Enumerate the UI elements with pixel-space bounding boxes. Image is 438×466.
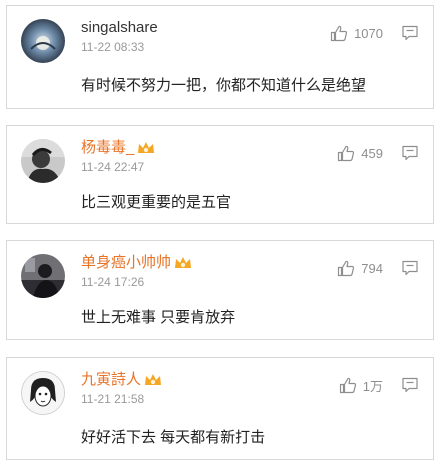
like-button[interactable]: 1070 — [330, 24, 383, 42]
comment-text: 世上无难事 只要肯放弃 — [81, 309, 236, 326]
comment-reply-icon — [402, 377, 418, 393]
comment-card: 单身癌小帅帅 11-24 17:26 794 世上无难事 只要肯放弃 — [6, 240, 434, 340]
reply-button[interactable] — [401, 24, 419, 42]
comment-text: 有时候不努力一把，你都不知道什么是绝望 — [81, 77, 367, 94]
like-count: 1万 — [362, 378, 383, 394]
like-button[interactable]: 459 — [337, 144, 383, 162]
thumbs-up-icon — [339, 377, 356, 393]
username-text[interactable]: 单身癌小帅帅 — [81, 254, 171, 271]
like-count: 794 — [361, 260, 383, 276]
comment-card: singalshare 11-22 08:33 1070 有时候不努力一把，你都… — [6, 5, 434, 109]
comment-timestamp: 11-24 22:47 — [81, 160, 145, 174]
comment-timestamp: 11-22 08:33 — [81, 40, 145, 54]
thumbs-up-icon — [338, 145, 355, 161]
comment-reply-icon — [402, 145, 418, 161]
like-button[interactable]: 1万 — [339, 376, 383, 394]
reply-button[interactable] — [401, 259, 419, 277]
thumbs-up-icon — [338, 260, 355, 276]
comment-text: 比三观更重要的是五官 — [81, 194, 232, 211]
comment-reply-icon — [402, 260, 418, 276]
like-count: 459 — [361, 145, 383, 161]
vip-crown-badge-icon — [175, 257, 192, 269]
vip-crown-badge-icon — [138, 142, 155, 154]
like-count: 1070 — [354, 25, 383, 41]
vip-crown-badge-icon — [145, 374, 162, 386]
avatar[interactable] — [21, 139, 65, 183]
reply-button[interactable] — [401, 376, 419, 394]
username-text[interactable]: 九寅詩人 — [81, 371, 141, 388]
username[interactable]: singalshare — [81, 18, 158, 38]
comment-reply-icon — [402, 25, 418, 41]
comment-timestamp: 11-21 21:58 — [81, 392, 145, 406]
username[interactable]: 杨毒毒_ — [81, 138, 155, 158]
comment-timestamp: 11-24 17:26 — [81, 275, 145, 289]
username[interactable]: 九寅詩人 — [81, 370, 162, 390]
avatar[interactable] — [21, 19, 65, 63]
avatar[interactable] — [21, 254, 65, 298]
thumbs-up-icon — [330, 25, 348, 41]
comment-card: 杨毒毒_ 11-24 22:47 459 比三观更重要的是五官 — [6, 125, 434, 224]
reply-button[interactable] — [401, 144, 419, 162]
comment-card: 九寅詩人 11-21 21:58 1万 好好活下去 每天都有新打击 — [6, 357, 434, 460]
username-text[interactable]: 杨毒毒_ — [81, 139, 134, 156]
avatar[interactable] — [21, 371, 65, 415]
like-button[interactable]: 794 — [337, 259, 383, 277]
comment-text: 好好活下去 每天都有新打击 — [81, 429, 266, 446]
username[interactable]: 单身癌小帅帅 — [81, 253, 192, 273]
